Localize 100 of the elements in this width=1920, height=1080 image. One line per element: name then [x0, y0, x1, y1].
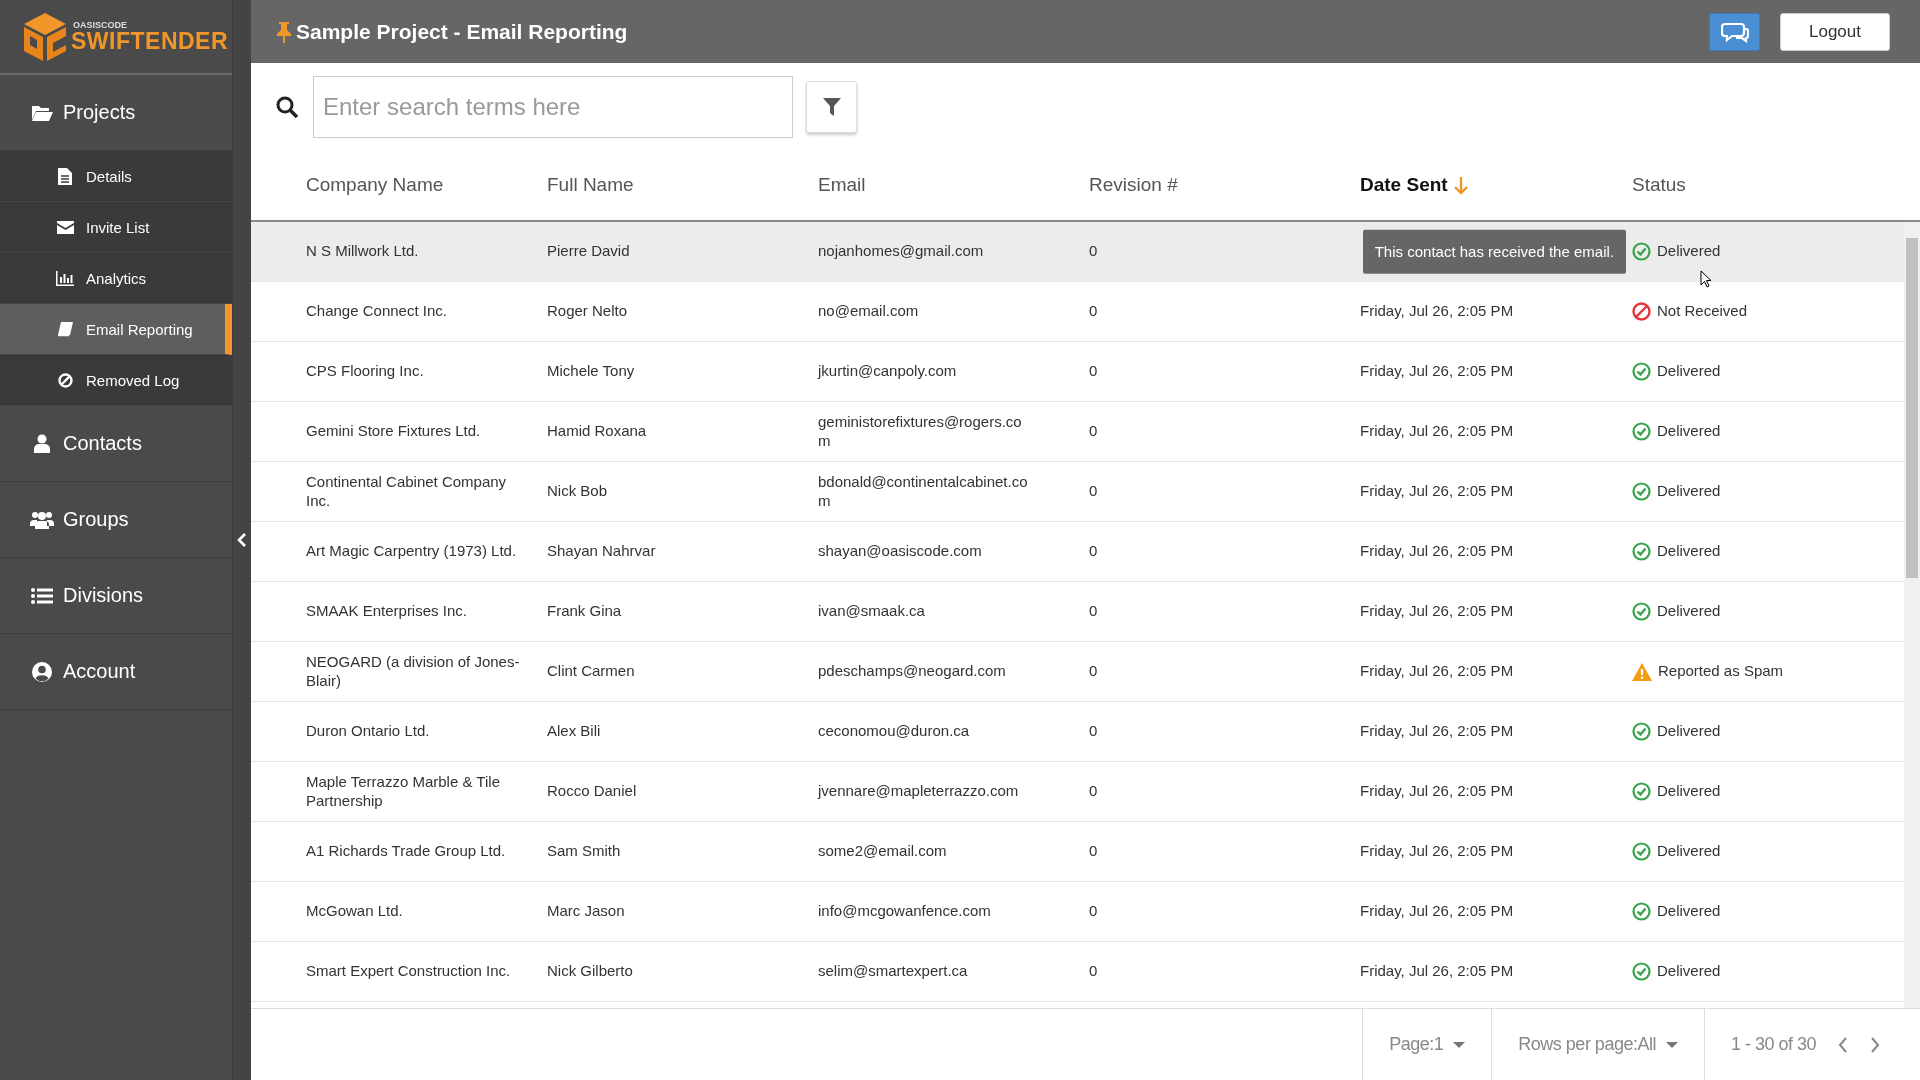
table-cell-text: jkurtin@canpoly.com — [818, 362, 958, 381]
table-cell-text: A1 Richards Trade Group Ltd. — [306, 842, 507, 861]
table-row[interactable]: Continental Cabinet Company Inc. Nick Bob bdonald@continentalcabinet.com 0 Friday, Jul 26, 2:05 PM Delivered — [251, 462, 1904, 522]
column-header[interactable]: Revision # — [1089, 174, 1178, 196]
table-row[interactable]: NEOGARD (a division of Jones-Blair) Clint Carmen pdeschamps@neogard.com 0 Friday, Jul 26, 2:05 PM Reported as Spam — [251, 642, 1904, 702]
table-cell-text: geministorefixtures@rogers.com — [818, 412, 1023, 451]
status-label: Delivered — [1657, 542, 1721, 561]
filter-icon — [822, 96, 841, 117]
table-cell: Friday, Jul 26, 2:05 PM — [1360, 662, 1514, 680]
sidebar-subitem[interactable]: Removed Log — [0, 355, 232, 406]
table-cell-text: ivan@smaak.ca — [818, 602, 926, 621]
table-cell: Friday, Jul 26, 2:05 PM — [1360, 842, 1514, 860]
table-cell-text: nojanhomes@gmail.com — [818, 242, 985, 261]
table-row[interactable]: McGowan Ltd. Marc Jason info@mcgowanfence.com 0 Friday, Jul 26, 2:05 PM Delivered — [251, 882, 1904, 942]
page-select[interactable]: Page:1 — [1362, 1009, 1492, 1080]
table-cell-text: Gemini Store Fixtures Ltd. — [306, 422, 482, 441]
mouse-pointer-icon — [1700, 270, 1712, 288]
table-cell: Roger Nelto — [547, 302, 628, 320]
sidebar-subitem[interactable]: Email Reporting — [0, 304, 232, 355]
table-cell: Frank Gina — [547, 602, 622, 620]
table-cell: 0 — [1089, 242, 1098, 260]
table-cell-text: CPS Flooring Inc. — [306, 362, 425, 381]
status-label: Delivered — [1657, 962, 1721, 981]
table-row[interactable]: SMAAK Enterprises Inc. Frank Gina ivan@smaak.ca 0 Friday, Jul 26, 2:05 PM Delivered — [251, 582, 1904, 642]
envelope-icon — [56, 220, 74, 234]
table-cell: 0 — [1089, 602, 1098, 620]
document-icon — [56, 167, 74, 185]
bar-chart-icon — [56, 270, 74, 286]
sidebar-subitem[interactable]: Details — [0, 151, 232, 202]
table-cell: Clint Carmen — [547, 662, 635, 680]
scrollbar[interactable] — [1904, 222, 1920, 1008]
table-cell: Friday, Jul 26, 2:05 PM — [1360, 782, 1514, 800]
status-label: Delivered — [1657, 842, 1721, 861]
table-cell: Friday, Jul 26, 2:05 PM — [1360, 722, 1514, 740]
table-row[interactable]: CPS Flooring Inc. Michele Tony jkurtin@canpoly.com 0 Friday, Jul 26, 2:05 PM Delivered — [251, 342, 1904, 402]
search-field[interactable]: Enter search terms here — [313, 75, 793, 138]
status-label: Delivered — [1657, 482, 1721, 501]
table-cell: Friday, Jul 26, 2:05 PM — [1360, 602, 1514, 620]
column-header[interactable]: Company Name — [306, 174, 444, 196]
user-circle-icon — [30, 660, 54, 683]
sidebar-subitem[interactable]: Analytics — [0, 253, 232, 304]
status-label: Not Received — [1657, 302, 1748, 321]
table-row[interactable]: Gemini Store Fixtures Ltd. Hamid Roxana geministorefixtures@rogers.com 0 Friday, Jul 26, 2:05 PM Delivered — [251, 402, 1904, 462]
table-cell: Shayan Nahrvar — [547, 542, 656, 560]
table-cell: 0 — [1089, 362, 1098, 380]
chat-bubbles-icon — [1720, 20, 1749, 43]
table-cell: Friday, Jul 26, 2:05 PM — [1360, 542, 1514, 560]
table-cell: Pierre David — [547, 242, 630, 260]
table-cell: Rocco Daniel — [547, 782, 637, 800]
table-row[interactable]: Smart Expert Construction Inc. Nick Gilberto selim@smartexpert.ca 0 Friday, Jul 26, 2:05 PM Delivered — [251, 942, 1904, 1002]
table-cell: Friday, Jul 26, 2:05 PM — [1360, 362, 1514, 380]
sort-arrow-icon[interactable] — [1453, 175, 1468, 195]
table-cell-text: no@email.com — [818, 302, 920, 321]
table-cell: NEOGARD (a division of Jones-Blair) — [306, 652, 521, 691]
search-icon — [275, 94, 299, 119]
table-cell: Friday, Jul 26, 2:05 PM — [1360, 302, 1514, 320]
table-cell-text: Change Connect Inc. — [306, 302, 448, 321]
column-header[interactable]: Status — [1632, 174, 1686, 196]
chat-button[interactable] — [1709, 12, 1760, 51]
chevron-left-icon[interactable] — [237, 533, 247, 547]
table-row[interactable]: Maple Terrazzo Marble & Tile Partnership Rocco Daniel jvennare@mapleterrazzo.com 0 Friday, Jul 26, 2:05 PM Delivered — [251, 762, 1904, 822]
table-row[interactable]: Change Connect Inc. Roger Nelto no@email.com 0 Friday, Jul 26, 2:05 PM Not Received — [251, 282, 1904, 342]
tooltip: This contact has received the email. — [1362, 229, 1626, 274]
brand-name: SWIFTENDER — [71, 29, 229, 53]
logout-button[interactable]: Logout — [1780, 12, 1890, 51]
status-label: Delivered — [1657, 902, 1721, 921]
table-cell-text: jvennare@mapleterrazzo.com — [818, 782, 1020, 801]
table-cell: Friday, Jul 26, 2:05 PM — [1360, 962, 1514, 980]
column-header[interactable]: Full Name — [547, 174, 634, 196]
table-cell-text: shayan@oasiscode.com — [818, 542, 983, 561]
table-cell: 0 — [1089, 902, 1098, 920]
status-label: Delivered — [1657, 242, 1721, 261]
table-cell: Friday, Jul 26, 2:05 PM — [1360, 482, 1514, 500]
sidebar-subitem[interactable]: Invite List — [0, 202, 232, 253]
table-cell-text: Art Magic Carpentry (1973) Ltd. — [306, 542, 518, 561]
table-cell-text: Continental Cabinet Company Inc. — [306, 472, 508, 511]
list-icon — [30, 586, 54, 605]
previous-page-icon[interactable] — [1838, 1036, 1848, 1053]
page-range: 1 - 30 of 30 — [1730, 1034, 1816, 1055]
table-row[interactable]: Art Magic Carpentry (1973) Ltd. Shayan Nahrvar shayan@oasiscode.com 0 Friday, Jul 26, 2:05 PM Delivered — [251, 522, 1904, 582]
table-cell: Nick Bob — [547, 482, 608, 500]
table-cell-text: Duron Ontario Ltd. — [306, 722, 431, 741]
filter-button[interactable] — [806, 80, 857, 133]
table-cell: 0 — [1089, 962, 1098, 980]
table-cell: Friday, Jul 26, 2:05 PM — [1360, 902, 1514, 920]
ban-icon — [56, 372, 74, 388]
table-cell: Nick Gilberto — [547, 962, 633, 980]
status-label: Delivered — [1657, 602, 1721, 621]
table-row[interactable]: Duron Ontario Ltd. Alex Bili ceconomou@duron.ca 0 Friday, Jul 26, 2:05 PM Delivered — [251, 702, 1904, 762]
rows-per-page-select[interactable]: Rows per page:All — [1491, 1009, 1704, 1080]
column-header[interactable]: Date Sent — [1360, 174, 1448, 196]
next-page-icon[interactable] — [1870, 1036, 1880, 1053]
table-cell: Alex Bili — [547, 722, 601, 740]
table-cell: 0 — [1089, 662, 1098, 680]
table-row[interactable]: A1 Richards Trade Group Ltd. Sam Smith some2@email.com 0 Friday, Jul 26, 2:05 PM Delivered — [251, 822, 1904, 882]
table-cell: Sam Smith — [547, 842, 621, 860]
table-cell-text: Maple Terrazzo Marble & Tile Partnership — [306, 772, 501, 811]
folder-icon — [30, 103, 54, 122]
table-cell: Friday, Jul 26, 2:05 PM — [1360, 422, 1514, 440]
column-header[interactable]: Email — [818, 174, 866, 196]
